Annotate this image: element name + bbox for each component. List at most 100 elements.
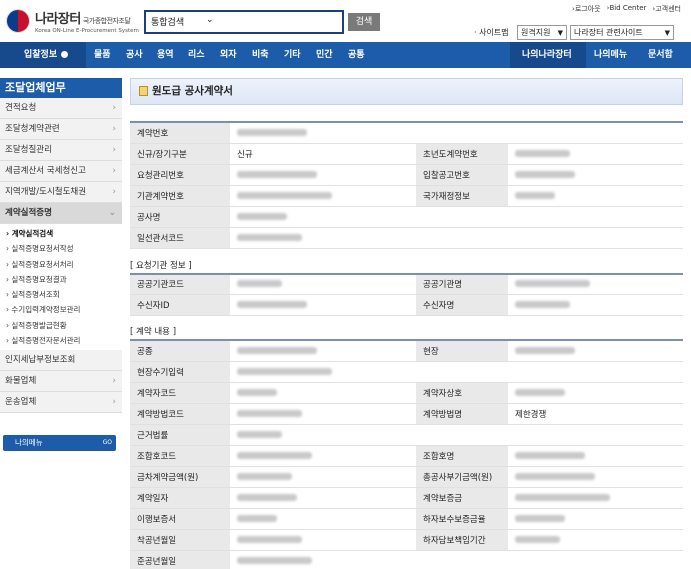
logo-subtitle: Korea ON-Line E-Procurement System xyxy=(35,28,139,34)
chevron-right-icon: › xyxy=(112,187,116,197)
field-label xyxy=(416,550,508,569)
top-link-customer-center[interactable]: ›고객센터 xyxy=(652,4,681,14)
nav-item-service[interactable]: 용역 xyxy=(157,42,174,68)
field-label: 공공기관명 xyxy=(416,273,508,295)
logo[interactable]: 나라장터 국가종합전자조달 Korea ON-Line E-Procurement… xyxy=(6,8,139,34)
chevron-down-icon: ⌄ xyxy=(108,208,116,218)
nav-bid-info[interactable]: 입찰정보 xyxy=(0,42,86,68)
nav-item-common[interactable]: 공통 xyxy=(348,42,365,68)
sidebar-item-contract-certificate[interactable]: 계약실적증명 ⌄ xyxy=(0,203,122,224)
go-label: GO xyxy=(102,439,112,447)
field-value xyxy=(508,382,683,404)
field-value xyxy=(230,487,416,509)
submenu-item[interactable]: › 수기입력계약정보관리 xyxy=(0,302,122,317)
field-value xyxy=(230,294,416,316)
redacted-value xyxy=(237,556,312,564)
field-label: 조합호명 xyxy=(416,445,508,467)
field-label: 하자담보책임기간 xyxy=(416,529,508,551)
redacted-value xyxy=(237,430,282,438)
redacted-value xyxy=(515,451,585,459)
table-row: 공공기관코드 공공기관명 xyxy=(130,273,683,295)
nav-item-stockpile[interactable]: 비축 xyxy=(252,42,269,68)
field-value xyxy=(230,273,416,295)
field-label: 계약방법명 xyxy=(416,403,508,425)
nav-item-goods[interactable]: 물품 xyxy=(94,42,111,68)
redacted-value xyxy=(515,472,595,480)
table-row: 준공년월일 xyxy=(130,550,683,569)
submenu-item[interactable]: › 실적증명요청서처리 xyxy=(0,257,122,272)
field-value xyxy=(230,403,416,425)
table-row: 수신자ID 수신자명 xyxy=(130,294,683,316)
nav-my-menu[interactable]: 나의메뉴 xyxy=(594,42,627,68)
field-value xyxy=(230,382,416,404)
field-label: 공종 xyxy=(130,340,230,362)
nav-document-box[interactable]: 문서함 xyxy=(648,42,673,68)
field-label: 입찰공고번호 xyxy=(416,164,508,186)
logo-title: 나라장터 xyxy=(35,12,81,27)
search-button[interactable]: 검색 xyxy=(348,13,380,31)
field-value xyxy=(230,164,416,186)
redacted-value xyxy=(515,535,560,543)
submenu-item[interactable]: › 실적증명요청서작성 xyxy=(0,241,122,256)
nav-item-foreign[interactable]: 외자 xyxy=(220,42,237,68)
submenu-item[interactable]: › 실적증명전자문서관리 xyxy=(0,333,122,348)
redacted-value xyxy=(515,170,575,178)
nav-item-private[interactable]: 민간 xyxy=(316,42,333,68)
nav-my-narajangter[interactable]: 나의나라장터 xyxy=(522,42,572,68)
redacted-value xyxy=(237,409,302,417)
sidebar-item-bonds[interactable]: 지역개발/도시철도채권 › xyxy=(0,182,122,203)
sidebar-item-pps-contract[interactable]: 조달청계약관련 › xyxy=(0,119,122,140)
chevron-right-icon: › xyxy=(112,103,116,113)
main-nav: 입찰정보 물품 공사 용역 리스 외자 비축 기타 민간 공통 나의나라장터 나… xyxy=(0,42,691,68)
table-row: 계약일자 계약보증금 xyxy=(130,487,683,509)
chevron-down-icon: ▼ xyxy=(664,29,670,37)
sidebar-item-cargo[interactable]: 화물업체 › xyxy=(0,371,122,393)
sidebar-item-stamp-tax[interactable]: 인지세납부정보조회 xyxy=(0,350,122,372)
submenu-item[interactable]: › 계약실적검색 xyxy=(0,226,122,241)
redacted-value xyxy=(237,301,307,308)
sidebar-item-transport[interactable]: 운송업체 › xyxy=(0,392,122,414)
field-label: 현장 xyxy=(416,340,508,362)
memo-icon xyxy=(139,86,148,96)
sidebar-title: 조달업체업무 xyxy=(0,78,122,98)
field-label: 계약방법코드 xyxy=(130,403,230,425)
top-links: ›로그아웃 ›Bid Center ›고객센터 xyxy=(572,4,681,14)
my-menu-button[interactable]: 나의메뉴 GO xyxy=(3,435,116,452)
sidebar-item-quote-request[interactable]: 견적요청 › xyxy=(0,98,122,119)
field-label: 착공년월일 xyxy=(130,529,230,551)
field-label: 계약번호 xyxy=(130,122,230,144)
field-value xyxy=(508,361,683,383)
top-link-logout[interactable]: ›로그아웃 xyxy=(572,4,601,14)
redacted-value xyxy=(237,472,292,480)
search-type-select[interactable]: 통합검색 ⌄ xyxy=(144,10,344,34)
redacted-value xyxy=(515,388,565,396)
sidebar: 조달업체업무 견적요청 › 조달청계약관련 › 조달청질관리 › 세금계산서 국세청신… xyxy=(0,78,122,452)
field-value xyxy=(508,227,683,249)
field-value xyxy=(508,164,683,186)
submenu-item[interactable]: › 실적증명요청결과 xyxy=(0,272,122,287)
field-label: 일선관서코드 xyxy=(130,227,230,249)
field-label: 계약일자 xyxy=(130,487,230,509)
remote-support-select[interactable]: 원격지원 ▼ xyxy=(517,25,567,40)
field-value xyxy=(508,529,683,551)
top-link-bid-center[interactable]: ›Bid Center xyxy=(607,4,647,14)
redacted-value xyxy=(515,301,570,308)
field-value xyxy=(508,487,683,509)
field-value xyxy=(508,550,683,569)
sitemap-link[interactable]: · 사이트맵 xyxy=(474,27,509,38)
field-value xyxy=(508,508,683,530)
field-label xyxy=(416,206,508,228)
submenu-item[interactable]: › 실적증명서조회 xyxy=(0,287,122,302)
nav-item-etc[interactable]: 기타 xyxy=(284,42,301,68)
submenu-item[interactable]: › 실적증명발급현황 xyxy=(0,318,122,333)
table-row: 일선관서코드 xyxy=(130,227,683,249)
sidebar-item-quality[interactable]: 조달청질관리 › xyxy=(0,140,122,161)
sidebar-item-tax-invoice[interactable]: 세금계산서 국세청신고 › xyxy=(0,161,122,182)
related-sites-select[interactable]: 나라장터 관련사이트 ▼ xyxy=(570,25,674,40)
field-value xyxy=(230,445,416,467)
field-label xyxy=(416,424,508,446)
nav-item-construction[interactable]: 공사 xyxy=(126,42,143,68)
table-row: 기관계약번호 국가재정정보 xyxy=(130,185,683,207)
redacted-value xyxy=(515,493,610,501)
nav-item-lease[interactable]: 리스 xyxy=(188,42,205,68)
